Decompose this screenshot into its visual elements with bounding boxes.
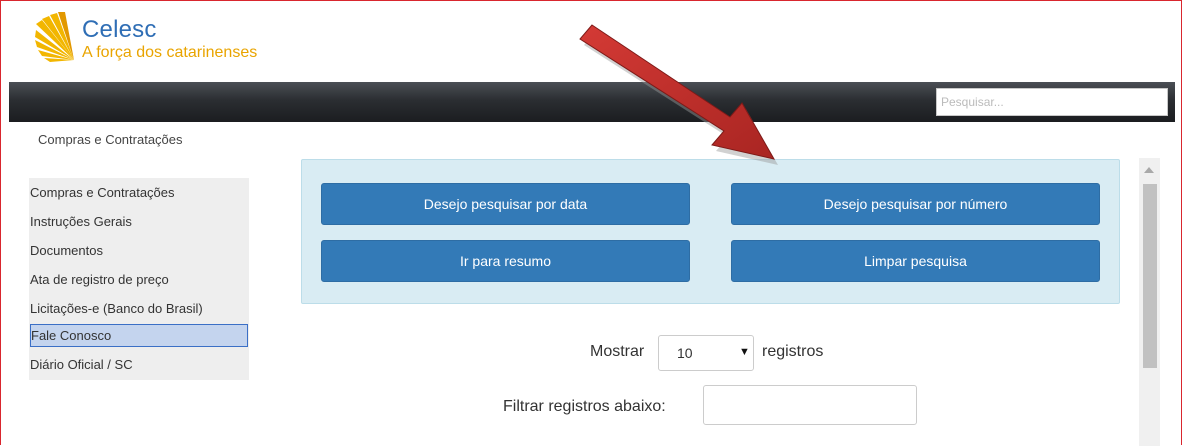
- page-length-value: 10: [677, 345, 693, 361]
- sidebar-item-label: Licitações-e (Banco do Brasil): [30, 301, 203, 316]
- brand-name: Celesc: [82, 16, 157, 43]
- vertical-scrollbar[interactable]: [1139, 158, 1160, 446]
- brand-tagline: A força dos catarinenses: [82, 44, 258, 61]
- filter-input[interactable]: [703, 385, 917, 425]
- search-options-panel: Desejo pesquisar por data Desejo pesquis…: [301, 159, 1120, 304]
- sidebar-item-documentos[interactable]: Documentos: [30, 240, 248, 262]
- sidebar-item-diario-oficial[interactable]: Diário Oficial / SC: [30, 354, 248, 376]
- search-by-number-button[interactable]: Desejo pesquisar por número: [731, 183, 1100, 225]
- sidebar-item-fale-conosco[interactable]: Fale Conosco: [30, 324, 248, 347]
- sun-rays-icon: [35, 12, 74, 62]
- go-to-summary-button[interactable]: Ir para resumo: [321, 240, 690, 282]
- search-by-date-button[interactable]: Desejo pesquisar por data: [321, 183, 690, 225]
- search-input[interactable]: [936, 88, 1168, 116]
- show-label: Mostrar: [590, 343, 645, 360]
- sidebar-item-licitacoes[interactable]: Licitações-e (Banco do Brasil): [30, 298, 248, 320]
- sidebar: Compras e Contratações Instruções Gerais…: [29, 178, 249, 380]
- sidebar-item-instrucoes[interactable]: Instruções Gerais: [30, 211, 248, 233]
- scroll-up-arrow-icon[interactable]: [1144, 167, 1154, 173]
- clear-search-button[interactable]: Limpar pesquisa: [731, 240, 1100, 282]
- filter-label: Filtrar registros abaixo:: [503, 398, 666, 415]
- sidebar-item-label: Fale Conosco: [31, 328, 112, 343]
- scrollbar-thumb[interactable]: [1143, 184, 1157, 368]
- sidebar-item-compras[interactable]: Compras e Contratações: [30, 182, 248, 204]
- records-label: registros: [762, 343, 824, 360]
- page-length-select[interactable]: 10 ▼: [658, 335, 754, 371]
- brand-logo[interactable]: Celesc A força dos catarinenses: [34, 10, 274, 70]
- sidebar-item-label: Compras e Contratações: [30, 185, 175, 200]
- breadcrumb[interactable]: Compras e Contratações: [38, 132, 183, 147]
- sidebar-item-label: Instruções Gerais: [30, 214, 132, 229]
- sidebar-item-label: Documentos: [30, 243, 103, 258]
- sidebar-item-label: Diário Oficial / SC: [30, 357, 133, 372]
- sidebar-item-ata-registro[interactable]: Ata de registro de preço: [30, 269, 248, 291]
- caret-down-icon: ▼: [739, 346, 750, 358]
- sidebar-item-label: Ata de registro de preço: [30, 272, 169, 287]
- annotation-arrow-icon: [579, 24, 778, 165]
